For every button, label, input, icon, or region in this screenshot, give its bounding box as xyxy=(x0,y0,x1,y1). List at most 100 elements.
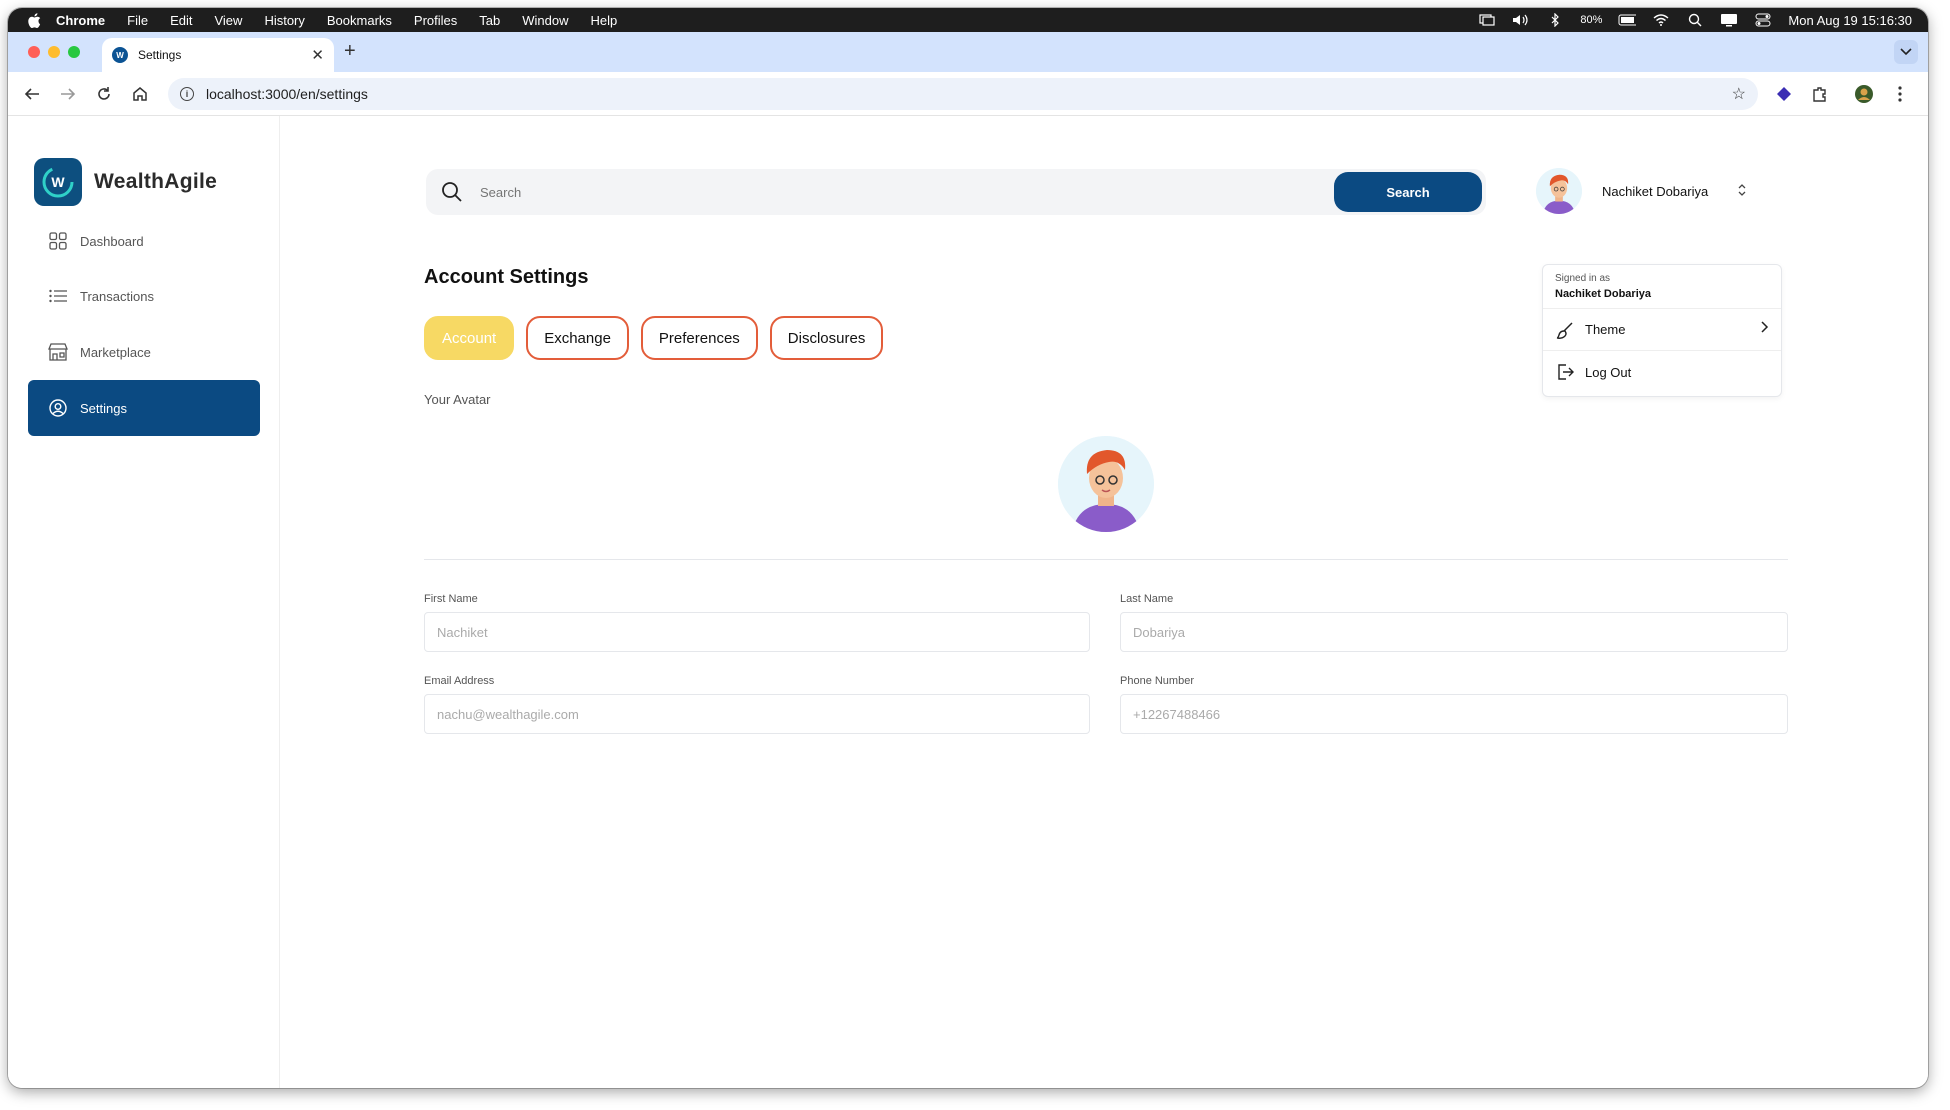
chevron-up-down-icon xyxy=(1738,183,1746,199)
tab-search-chevron-icon[interactable] xyxy=(1894,40,1918,64)
browser-tab-settings[interactable]: W Settings ✕ xyxy=(102,38,334,72)
back-arrow-icon[interactable] xyxy=(22,84,42,104)
wifi-icon[interactable] xyxy=(1652,13,1670,27)
extension-icon[interactable] xyxy=(1774,84,1794,104)
last-name-label: Last Name xyxy=(1120,593,1174,605)
menu-view[interactable]: View xyxy=(214,13,242,28)
menubar-app-name[interactable]: Chrome xyxy=(56,13,105,28)
phone-field[interactable]: +12267488466 xyxy=(1120,694,1788,734)
address-bar[interactable]: i localhost:3000/en/settings ☆ xyxy=(168,78,1758,110)
menu-window[interactable]: Window xyxy=(522,13,568,28)
settings-tabs: Account Exchange Preferences Disclosures xyxy=(424,316,884,360)
bluetooth-icon[interactable] xyxy=(1546,13,1564,27)
list-icon xyxy=(48,286,68,306)
browser-tab-title: Settings xyxy=(138,48,182,62)
browser-tab-strip: W Settings ✕ + xyxy=(8,32,1928,72)
apple-icon[interactable] xyxy=(26,12,42,28)
user-circle-icon xyxy=(48,398,68,418)
wealthagile-logo-icon: W xyxy=(34,158,82,206)
browser-window: Chrome File Edit View History Bookmarks … xyxy=(8,8,1928,1088)
email-label: Email Address xyxy=(424,675,495,687)
home-icon[interactable] xyxy=(130,84,150,104)
tab-favicon-icon: W xyxy=(112,47,128,63)
control-center-icon[interactable] xyxy=(1754,13,1772,27)
sidebar-item-label: Dashboard xyxy=(80,233,144,249)
browser-toolbar: i localhost:3000/en/settings ☆ xyxy=(8,72,1928,116)
section-divider xyxy=(424,559,1788,560)
signed-in-name: Nachiket Dobariya xyxy=(1543,284,1781,309)
zoom-window-button[interactable] xyxy=(68,46,80,58)
menu-history[interactable]: History xyxy=(264,13,304,28)
menu-item-logout-label: Log Out xyxy=(1585,364,1632,380)
user-dropdown-menu: Signed in as Nachiket Dobariya Theme Log… xyxy=(1542,264,1782,397)
storefront-icon xyxy=(48,342,68,362)
new-tab-plus-icon[interactable]: + xyxy=(344,40,356,63)
display-icon[interactable] xyxy=(1720,13,1738,27)
menu-item-theme-label: Theme xyxy=(1585,322,1626,337)
search-bar: Search xyxy=(426,169,1486,215)
user-avatar xyxy=(1536,168,1582,214)
tab-preferences[interactable]: Preferences xyxy=(640,316,758,360)
extensions-puzzle-icon[interactable] xyxy=(1810,84,1830,104)
tab-close-icon[interactable]: ✕ xyxy=(311,46,324,64)
bookmark-star-icon[interactable]: ☆ xyxy=(1732,84,1746,104)
user-menu-trigger[interactable]: Nachiket Dobariya xyxy=(1536,168,1746,214)
brand-logo[interactable]: W WealthAgile xyxy=(34,158,217,206)
sidebar-item-label: Marketplace xyxy=(80,344,151,360)
phone-label: Phone Number xyxy=(1120,675,1194,687)
screen-mirror-icon[interactable] xyxy=(1478,13,1496,27)
volume-icon[interactable] xyxy=(1512,13,1530,27)
menubar-status-area: 80% Mon Aug 19 15:16:30 xyxy=(1478,8,1912,32)
close-window-button[interactable] xyxy=(28,46,40,58)
sidebar-item-transactions[interactable]: Transactions xyxy=(28,268,260,324)
menu-edit[interactable]: Edit xyxy=(170,13,192,28)
last-name-field[interactable]: Dobariya xyxy=(1120,612,1788,652)
minimize-window-button[interactable] xyxy=(48,46,60,58)
macos-menubar: Chrome File Edit View History Bookmarks … xyxy=(8,8,1928,32)
menu-item-logout[interactable]: Log Out xyxy=(1543,351,1781,393)
profile-avatar-icon[interactable] xyxy=(1854,84,1874,104)
main-content: Search Nachiket Dobariya Signed in as Na… xyxy=(280,116,1928,1088)
forward-arrow-icon[interactable] xyxy=(58,84,78,104)
window-controls xyxy=(28,46,80,58)
first-name-label: First Name xyxy=(424,593,478,605)
tab-account[interactable]: Account xyxy=(424,316,515,360)
signed-in-label: Signed in as xyxy=(1555,273,1611,284)
menu-help[interactable]: Help xyxy=(591,13,618,28)
avatar-section-label: Your Avatar xyxy=(424,392,491,407)
spotlight-search-icon[interactable] xyxy=(1686,13,1704,27)
page-title: Account Settings xyxy=(424,266,589,288)
menu-file[interactable]: File xyxy=(127,13,148,28)
logout-icon xyxy=(1555,362,1575,382)
site-info-icon[interactable]: i xyxy=(180,87,194,101)
reload-icon[interactable] xyxy=(94,84,114,104)
app-root: W WealthAgile Dashboard Transactions Mar… xyxy=(8,116,1928,1088)
svg-text:W: W xyxy=(51,174,65,190)
paintbrush-icon xyxy=(1555,320,1575,340)
dashboard-icon xyxy=(48,231,68,251)
email-field[interactable]: nachu@wealthagile.com xyxy=(424,694,1090,734)
profile-avatar-large[interactable] xyxy=(1058,436,1154,532)
search-button[interactable]: Search xyxy=(1334,172,1482,212)
chevron-right-icon xyxy=(1761,321,1769,336)
battery-percent: 80% xyxy=(1580,14,1603,26)
address-bar-url[interactable]: localhost:3000/en/settings xyxy=(206,86,368,102)
menu-bookmarks[interactable]: Bookmarks xyxy=(327,13,392,28)
menu-profiles[interactable]: Profiles xyxy=(414,13,457,28)
sidebar-item-dashboard[interactable]: Dashboard xyxy=(28,213,260,269)
search-icon xyxy=(440,180,464,204)
user-name: Nachiket Dobariya xyxy=(1602,183,1709,199)
tab-exchange[interactable]: Exchange xyxy=(526,316,629,360)
sidebar-item-label: Transactions xyxy=(80,288,154,304)
battery-icon[interactable] xyxy=(1618,13,1637,27)
search-input[interactable] xyxy=(480,184,1280,200)
sidebar-item-marketplace[interactable]: Marketplace xyxy=(28,324,260,380)
first-name-field[interactable]: Nachiket xyxy=(424,612,1090,652)
sidebar-item-settings[interactable]: Settings xyxy=(28,380,260,436)
browser-menu-icon[interactable] xyxy=(1890,84,1910,104)
menubar-clock[interactable]: Mon Aug 19 15:16:30 xyxy=(1788,13,1912,28)
menu-item-theme[interactable]: Theme xyxy=(1543,309,1781,351)
tab-disclosures[interactable]: Disclosures xyxy=(769,316,884,360)
sidebar-item-label: Settings xyxy=(80,400,127,416)
menu-tab[interactable]: Tab xyxy=(479,13,500,28)
